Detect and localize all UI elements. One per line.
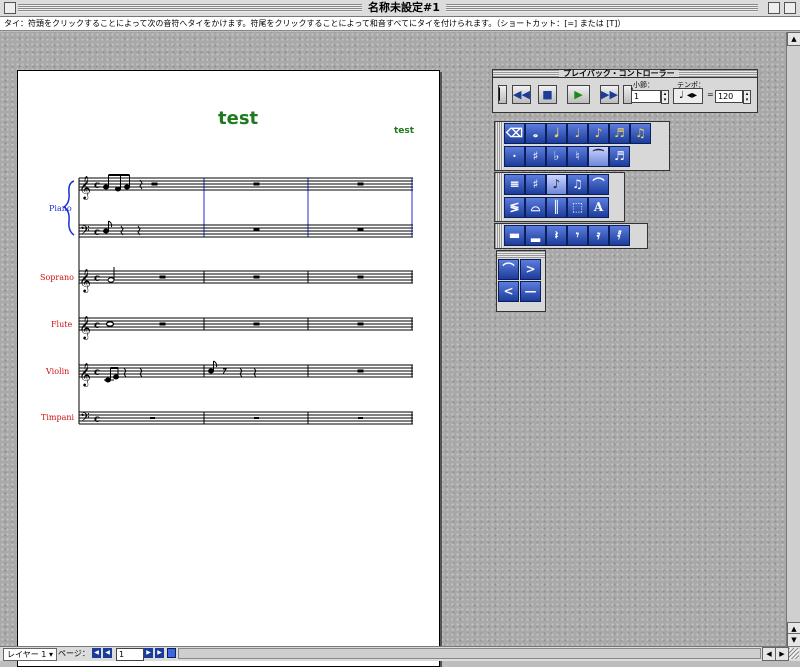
articulation-tool-icon[interactable]: ⌓ xyxy=(525,197,546,218)
flat-icon[interactable]: ♭ xyxy=(546,146,567,167)
tempo-equals: = xyxy=(707,90,714,99)
measure-tool-icon[interactable]: ║ xyxy=(546,197,567,218)
document-workspace[interactable]: test test Piano Soprano Flute Violin Tim… xyxy=(0,32,786,667)
page-number-field[interactable]: 1 xyxy=(116,648,144,661)
staff-lines xyxy=(79,177,413,425)
rewind-start-icon[interactable]: ▏ xyxy=(498,85,507,104)
sixteenth-rest-icon[interactable]: 𝄿 xyxy=(588,225,609,246)
quarter-note-icon[interactable]: ♩ xyxy=(567,123,588,144)
slur-tool-icon[interactable]: ⌒ xyxy=(588,174,609,195)
next-page-icon[interactable]: ▶ xyxy=(144,648,153,658)
measure-label: 小節： xyxy=(633,81,654,89)
crescendo-icon[interactable]: < xyxy=(498,281,519,302)
page-label: ページ： xyxy=(58,649,90,658)
natural-icon[interactable]: ♮ xyxy=(567,146,588,167)
slur-palette[interactable]: ⌒ > < — xyxy=(496,250,546,312)
previous-page-icon[interactable]: ◀ xyxy=(103,648,112,658)
treble-clef-icon: 𝄞 xyxy=(79,268,91,293)
collapse-box-icon[interactable] xyxy=(784,2,796,14)
eighth-rest-icon[interactable]: 𝄾 xyxy=(567,225,588,246)
whole-rest-icon[interactable]: ▬ xyxy=(504,225,525,246)
tempo-stepper[interactable]: ▴ ▾ xyxy=(743,90,751,104)
tools-palette[interactable]: ≡ ♯ ♪ ♫ ⌒ ≶ ⌓ ║ ⬚ A xyxy=(494,172,625,222)
quarter-rest-icon[interactable]: 𝄽 xyxy=(546,225,567,246)
resize-grip-icon[interactable] xyxy=(789,648,799,659)
bass-clef-icon: 𝄢 xyxy=(80,410,90,428)
measure-field[interactable]: 1 xyxy=(631,90,661,103)
score-page[interactable]: test test Piano Soprano Flute Violin Tim… xyxy=(17,70,440,667)
selection-tool-icon[interactable]: ⬚ xyxy=(567,197,588,218)
stop-icon[interactable]: ■ xyxy=(538,85,557,104)
grace-note-icon[interactable]: 𝅝 xyxy=(525,123,546,144)
play-icon[interactable]: ▶ xyxy=(567,85,590,104)
svg-text:c: c xyxy=(94,227,100,238)
eighth-note-icon[interactable]: ♪ xyxy=(588,123,609,144)
tool-hint-bar: タイ：符頭をクリックすることによって次の音符へタイをかけます。符尾をクリックする… xyxy=(0,17,800,31)
scroll-right-icon[interactable]: ▶ xyxy=(775,647,789,661)
treble-clef-icon: 𝄞 xyxy=(79,362,91,387)
svg-text:c: c xyxy=(94,180,100,191)
note-tool-icon[interactable]: ♪ xyxy=(546,174,567,195)
fast-forward-icon[interactable]: ▶▶ xyxy=(600,85,619,104)
scroll-up-icon[interactable]: ▲ xyxy=(787,32,800,46)
tuplet-icon[interactable]: ♬ xyxy=(609,146,630,167)
playback-controller[interactable]: プレイバック・コントローラー ▏ ◀◀ ■ ▶ ▶▶ ▕ 小節： 1 ▴ ▾ テン… xyxy=(492,69,758,113)
zoom-box-icon[interactable] xyxy=(768,2,780,14)
svg-text:c: c xyxy=(94,367,100,378)
thirty-second-rest-icon[interactable]: 𝅀 xyxy=(609,225,630,246)
half-rest-icon[interactable]: ▂ xyxy=(525,225,546,246)
eraser-icon[interactable]: ⌫ xyxy=(504,123,525,144)
piano-brace-icon xyxy=(62,180,75,236)
window-title: 名称未設定#1 xyxy=(362,0,446,16)
tie-icon[interactable]: ⁀ xyxy=(588,146,609,167)
vertical-scrollbar[interactable]: ▲ ▲ ▼ xyxy=(786,32,800,647)
slur-curve-icon[interactable]: ⌒ xyxy=(498,259,519,280)
last-page-icon[interactable]: ▶ xyxy=(155,648,164,658)
key-signature-tool-icon[interactable]: ♯ xyxy=(525,174,546,195)
tempo-note-select[interactable]: ♩ ◂▸ xyxy=(673,88,703,104)
layer-select[interactable]: レイヤー 1 ▾ xyxy=(3,648,57,661)
close-box-icon[interactable] xyxy=(4,2,16,14)
tool-hint-text: タイ：符頭をクリックすることによって次の音符へタイをかけます。符尾をクリックする… xyxy=(4,19,626,28)
treble-clef-icon: 𝄞 xyxy=(79,315,91,340)
dynamics-tool-icon[interactable]: ≶ xyxy=(504,197,525,218)
first-page-icon[interactable]: ◀ xyxy=(92,648,101,658)
sharp-icon[interactable]: ♯ xyxy=(525,146,546,167)
scroll-left-icon[interactable]: ◀ xyxy=(762,647,776,661)
window-title-bar[interactable]: 名称未設定#1 xyxy=(0,0,800,17)
rest-palette[interactable]: ▬ ▂ 𝄽 𝄾 𝄿 𝅀 xyxy=(494,223,648,249)
sixteenth-note-icon[interactable]: ♬ xyxy=(609,123,630,144)
bottom-status-bar: レイヤー 1 ▾ ページ： ◀ ◀ 1 ▶ ▶ ◀ ▶ xyxy=(0,646,800,661)
treble-clef-icon: 𝄞 xyxy=(79,175,91,200)
note-palette[interactable]: ⌫ 𝅝 𝅗𝅥 ♩ ♪ ♬ ♫ · ♯ ♭ ♮ ⁀ ♬ xyxy=(494,121,670,171)
staff-tool-icon[interactable]: ≡ xyxy=(504,174,525,195)
bass-clef-icon: 𝄢 xyxy=(80,223,90,241)
svg-text:c: c xyxy=(94,320,100,331)
score-notation[interactable]: 𝄞 𝄢 𝄞 𝄞 𝄞 𝄢 c c c c c c xyxy=(18,71,439,666)
dot-icon[interactable]: · xyxy=(504,146,525,167)
thirty-second-note-icon[interactable]: ♫ xyxy=(630,123,651,144)
svg-text:c: c xyxy=(94,273,100,284)
text-tool-icon[interactable]: A xyxy=(588,197,609,218)
transport-buttons: ▏ ◀◀ ■ ▶ ▶▶ ▕ xyxy=(498,85,632,106)
line-icon[interactable]: — xyxy=(520,281,541,302)
measure-stepper[interactable]: ▴ ▾ xyxy=(661,90,669,104)
horizontal-scrollbar[interactable] xyxy=(178,648,761,659)
svg-text:c: c xyxy=(94,414,100,425)
scroll-down-icon[interactable]: ▼ xyxy=(787,633,800,647)
half-note-icon[interactable]: 𝅗𝅥 xyxy=(546,123,567,144)
view-mode-icon[interactable] xyxy=(167,648,176,658)
chord-tool-icon[interactable]: ♫ xyxy=(567,174,588,195)
rewind-icon[interactable]: ◀◀ xyxy=(512,85,531,104)
decrescendo-icon[interactable]: > xyxy=(520,259,541,280)
tempo-field[interactable]: 120 xyxy=(715,90,743,103)
